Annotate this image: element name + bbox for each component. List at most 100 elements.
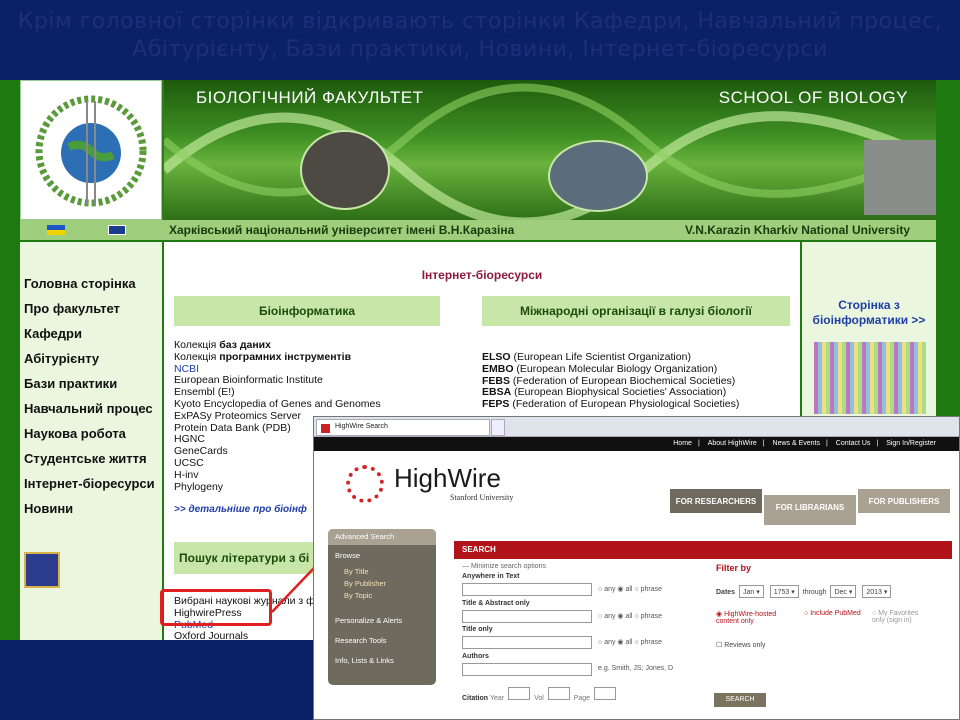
list-item[interactable]: Колекція програмних інструментів (174, 351, 381, 364)
year-label: Year (490, 695, 505, 702)
sidebar-personalize[interactable]: Personalize & Alerts (328, 611, 436, 631)
list-item[interactable]: FEPS (Federation of European Physiologic… (482, 398, 739, 411)
list-item[interactable]: Kyoto Encyclopedia of Genes and Genomes (174, 398, 381, 411)
uk-flag-icon[interactable] (108, 225, 126, 235)
nav-news[interactable]: News & Events (773, 440, 820, 447)
nav-home[interactable]: Home (673, 440, 692, 447)
nav-item-internet-bioresources[interactable]: Інтернет-біоресурси (20, 476, 162, 501)
browser-tab-bar: HighWire Search (314, 417, 959, 437)
nav-sign-in[interactable]: Sign In/Register (886, 440, 936, 447)
left-navigation: Головна сторінка Про факультет Кафедри А… (20, 242, 162, 642)
highwire-favicon-icon (321, 424, 330, 433)
tab-researchers[interactable]: FOR RESEARCHERS (670, 489, 762, 513)
separator: | (762, 440, 765, 447)
highwire-screenshot: HighWire Search Home | About HighWire | Ne… (313, 416, 960, 720)
nav-about[interactable]: About HighWire (708, 440, 757, 447)
browser-tab[interactable]: HighWire Search (316, 419, 490, 436)
banner: БІОЛОГІЧНИЙ ФАКУЛЬТЕТ SCHOOL OF BIOLOGY (20, 80, 936, 220)
nav-item-research[interactable]: Наукова робота (20, 426, 162, 451)
radio-group[interactable]: ○ any ◉ all ○ phrase (598, 585, 662, 593)
nav-item-applicants[interactable]: Абітурієнту (20, 351, 162, 376)
separator: | (826, 440, 828, 447)
nav-item-departments[interactable]: Кафедри (20, 326, 162, 351)
nav-item-news[interactable]: Новини (20, 501, 162, 526)
year-input[interactable] (508, 687, 531, 700)
citation-label: Citation (462, 695, 489, 702)
to-year-select[interactable]: 2013 ▾ (862, 585, 892, 598)
nav-item-home[interactable]: Головна сторінка (20, 276, 162, 301)
ukraine-flag-icon[interactable] (47, 225, 65, 235)
faculty-logo (20, 80, 162, 220)
highwire-top-nav: Home | About HighWire | News & Events | Con… (314, 437, 959, 451)
search-button[interactable]: SEARCH (714, 693, 766, 707)
dates-row: Dates Jan ▾ 1753 ▾ through Dec ▾ 2013 ▾ (716, 585, 952, 598)
anywhere-text-input[interactable] (462, 583, 592, 596)
through-label: through (802, 589, 827, 596)
radio-group[interactable]: ○ any ◉ all ○ phrase (598, 638, 662, 646)
banner-title-ua: БІОЛОГІЧНИЙ ФАКУЛЬТЕТ (196, 88, 424, 107)
highwire-logo[interactable]: HighWire Stanford University (346, 461, 526, 507)
field-label: Authors (462, 653, 489, 660)
include-pubmed-radio[interactable]: ○ Include PubMed (804, 610, 864, 625)
field-label: Anywhere in Text (462, 573, 520, 580)
bioinformatics-page-link[interactable]: Сторінка з біоінформатики >> (802, 298, 936, 328)
title-only-input[interactable] (462, 636, 592, 649)
nav-item-student-life[interactable]: Студентське життя (20, 451, 162, 476)
university-name-en: V.N.Karazin Kharkiv National University (685, 223, 910, 237)
highwire-rings-icon (346, 465, 384, 503)
favorites-only-radio[interactable]: ○ My Favorites only (sign in) (872, 610, 932, 625)
browser-tab-title: HighWire Search (335, 423, 388, 430)
sequence-alignment-image (814, 342, 926, 414)
bioinformatics-header: Біоінформатика (174, 296, 440, 326)
highlight-box (160, 589, 272, 626)
new-tab-button[interactable] (491, 419, 505, 436)
vol-input[interactable] (547, 687, 570, 700)
logo-wordmark: HighWire (394, 463, 501, 493)
nav-item-education[interactable]: Навчальний процес (20, 401, 162, 426)
filter-panel: Filter by Dates Jan ▾ 1753 ▾ through Dec… (716, 563, 952, 649)
to-month-select[interactable]: Dec ▾ (830, 585, 857, 598)
sidebar-info-lists[interactable]: Info, Lists & Links (328, 651, 436, 671)
sidebar-by-publisher[interactable]: By Publisher (328, 579, 436, 591)
field-label: Title & Abstract only (462, 600, 530, 607)
search-section-header: SEARCH (454, 541, 952, 559)
sidebar-research-tools[interactable]: Research Tools (328, 631, 436, 651)
organizations-header: Міжнародні організації в галузі біології (482, 296, 790, 326)
highwire-sidebar: Advanced Search Browse By Title By Publi… (328, 529, 436, 685)
more-bioinformatics-link[interactable]: >> детальніше про біоінф (174, 504, 307, 515)
nav-item-about[interactable]: Про факультет (20, 301, 162, 326)
minimize-options-link[interactable]: — Minimize search options (462, 563, 546, 570)
organizations-list: ELSO (European Life Scientist Organizati… (482, 351, 739, 411)
citation-row: Citation Year Vol Page (462, 687, 618, 702)
vol-label: Vol (534, 695, 544, 702)
university-strip: Харківський національний університет іме… (20, 220, 936, 240)
sidebar-advanced-search[interactable]: Advanced Search (328, 529, 436, 545)
sidebar-by-title[interactable]: By Title (328, 567, 436, 579)
filter-title: Filter by (716, 563, 752, 573)
sidebar-by-topic[interactable]: By Topic (328, 591, 436, 603)
from-year-select[interactable]: 1753 ▾ (769, 585, 799, 598)
hosted-only-radio[interactable]: ◉ HighWire-hosted content only (716, 610, 796, 625)
tab-publishers[interactable]: FOR PUBLISHERS (858, 489, 950, 513)
nav-contact[interactable]: Contact Us (836, 440, 871, 447)
title-abstract-input[interactable] (462, 610, 592, 623)
banner-title-en: SCHOOL OF BIOLOGY (718, 88, 908, 107)
scope-options: ◉ HighWire-hosted content only ○ Include… (716, 610, 952, 625)
tab-librarians[interactable]: FOR LIBRARIANS (764, 495, 856, 525)
logo-subtitle: Stanford University (450, 493, 514, 502)
from-month-select[interactable]: Jan ▾ (739, 585, 764, 598)
dates-label: Dates (716, 589, 736, 596)
page-input[interactable] (594, 687, 617, 700)
university-crest-icon[interactable] (24, 552, 60, 588)
radio-group[interactable]: ○ any ◉ all ○ phrase (598, 612, 662, 620)
sidebar-browse[interactable]: Browse (328, 545, 436, 567)
university-name-ua: Харківський національний університет іме… (169, 223, 515, 237)
field-label: Title only (462, 626, 493, 633)
content-title: Інтернет-біоресурси (421, 268, 543, 282)
nav-item-practice-bases[interactable]: Бази практики (20, 376, 162, 401)
diving-photo (548, 140, 648, 212)
separator: | (697, 440, 700, 447)
authors-input[interactable] (462, 663, 592, 676)
page-label: Page (573, 695, 591, 702)
reviews-only-checkbox[interactable]: ☐ Reviews only (716, 641, 952, 649)
